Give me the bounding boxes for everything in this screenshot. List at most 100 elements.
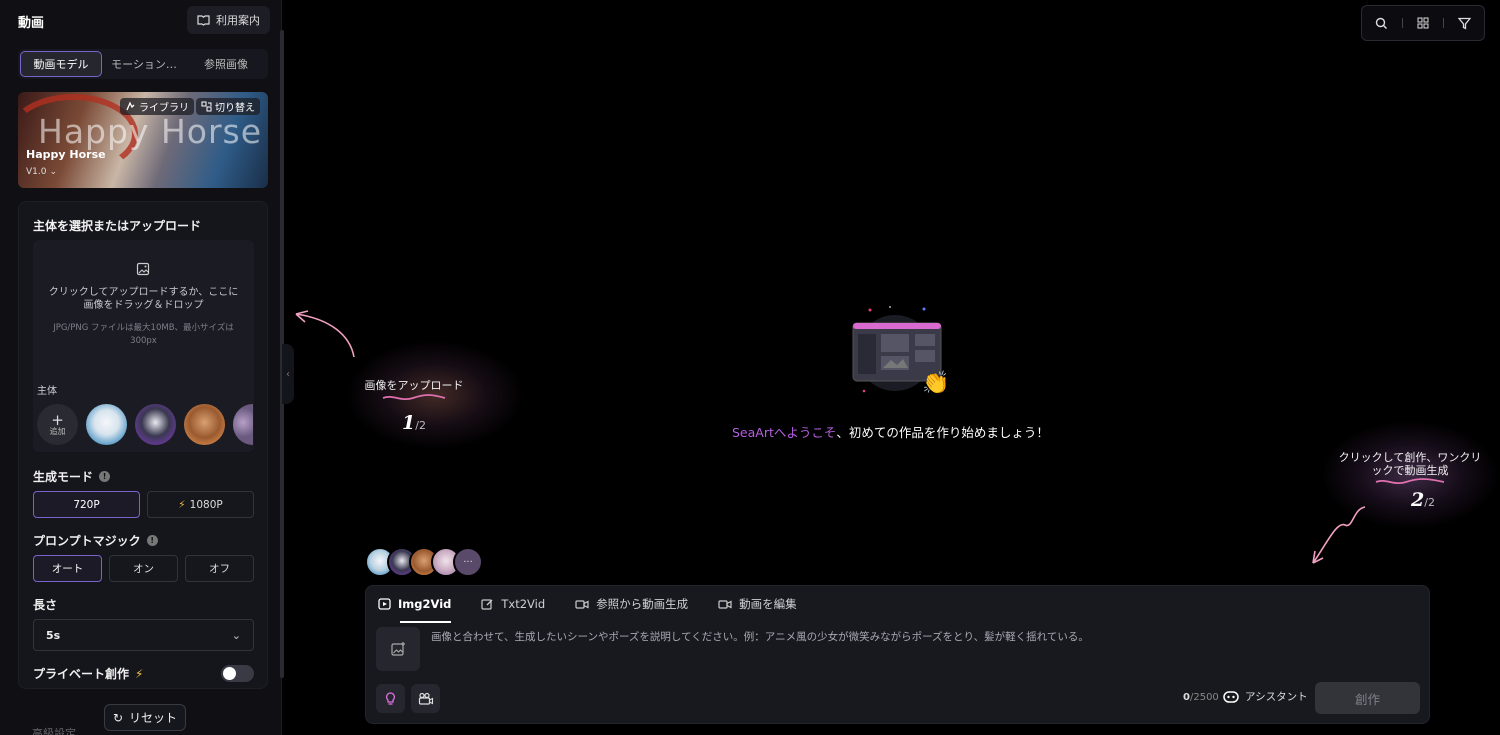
camera-motion-button[interactable]: [411, 684, 440, 713]
private-creation-text: プライベート創作: [33, 667, 130, 681]
chevron-down-icon: ⌄: [231, 628, 241, 642]
search-icon[interactable]: [1375, 17, 1388, 30]
inspiration-button[interactable]: [376, 684, 405, 713]
sidebar: 動画 利用案内 動画モデル モーション… 参照画像 Happy Horse ライ…: [0, 0, 284, 735]
mode-720p-button[interactable]: 720P: [33, 491, 140, 518]
switch-model-button[interactable]: 切り替え: [196, 98, 260, 115]
plus-icon: +: [51, 411, 64, 429]
tab-img2vid-label: Img2Vid: [398, 597, 452, 611]
tab-edit-video-label: 動画を編集: [739, 597, 797, 611]
upload-requirements: JPG/PNG ファイルは最大10MB、最小サイズは300px: [53, 323, 234, 346]
filter-icon[interactable]: [1458, 17, 1471, 30]
tab-txt2vid-label: Txt2Vid: [501, 597, 546, 611]
subject-sloth-avatar[interactable]: [184, 404, 225, 445]
guide-arrow-icon: [1312, 506, 1366, 564]
squiggle-underline-icon: [382, 394, 446, 401]
add-image-button[interactable]: [376, 627, 420, 671]
welcome-illustration: 👏: [852, 306, 949, 396]
add-subject-label: 追加: [49, 427, 66, 436]
lightbulb-icon: [386, 692, 395, 705]
view-toolbar: [1361, 5, 1485, 41]
guide-step-1: 画像をアップロード 1/2: [350, 377, 478, 434]
assistant-button[interactable]: アシスタント: [1223, 689, 1308, 704]
tab-edit-video[interactable]: 動画を編集: [718, 594, 797, 614]
reset-button-label: リセット: [129, 711, 178, 725]
edit-text-icon: [481, 599, 493, 610]
tab-reference-to-video[interactable]: 参照から動画生成: [575, 594, 688, 614]
character-count-max: /2500: [1189, 692, 1219, 703]
tab-reference-image[interactable]: 参照画像: [186, 51, 266, 77]
private-creation-label: プライベート創作 ⚡: [33, 665, 143, 682]
squiggle-underline-icon: [1375, 478, 1445, 485]
private-creation-toggle[interactable]: [221, 665, 254, 682]
premium-icon: ⚡: [135, 666, 144, 681]
assistant-label: アシスタント: [1245, 691, 1308, 703]
reset-icon: ↻: [112, 710, 124, 725]
subject-partial-avatar[interactable]: [233, 404, 253, 445]
model-card[interactable]: Happy Horse ライブラリ 切り替え Happy Horse V1.0 …: [18, 92, 268, 188]
upload-dropzone[interactable]: クリックしてアップロードするか、ここに画像をドラッグ＆ドロップ JPG/PNG …: [33, 240, 254, 452]
toolbar-divider: [1402, 18, 1403, 28]
character-count: 0/2500: [1183, 692, 1219, 703]
mode-tabs: 動画モデル モーション… 参照画像: [18, 49, 268, 79]
prompt-magic-text: プロンプトマジック: [33, 534, 141, 548]
generation-mode-options: 720P ⚡ 1080P: [33, 491, 254, 518]
tab-reference-to-video-label: 参照から動画生成: [596, 597, 689, 611]
length-label: 長さ: [33, 598, 58, 612]
length-select[interactable]: 5s ⌄: [33, 619, 254, 651]
model-banner-title: Happy Horse: [38, 112, 263, 151]
tab-txt2vid[interactable]: Txt2Vid: [481, 594, 545, 614]
composer-tabs: Img2Vid Txt2Vid 参照から動画生成 動画を編集: [378, 594, 797, 623]
prompt-input[interactable]: 画像と合わせて、生成したいシーンやポーズを説明してください。例：アニメ風の少女が…: [431, 629, 1089, 644]
model-version-select[interactable]: V1.0 ⌄: [26, 167, 57, 177]
prompt-magic-auto-button[interactable]: オート: [33, 555, 102, 582]
tab-video-model[interactable]: 動画モデル: [20, 51, 102, 77]
subject-snowman-avatar[interactable]: [86, 404, 127, 445]
app-root: 動画 利用案内 動画モデル モーション… 参照画像 Happy Horse ライ…: [0, 0, 1500, 735]
model-name: Happy Horse: [26, 148, 106, 161]
library-button-label: ライブラリ: [139, 103, 189, 114]
prompt-magic-on-button[interactable]: オン: [109, 555, 178, 582]
guide-arrow-icon: [295, 310, 355, 358]
selected-subjects-stack[interactable]: ···: [365, 547, 483, 577]
length-value: 5s: [46, 628, 61, 642]
book-icon: [197, 15, 210, 26]
prompt-composer: Img2Vid Txt2Vid 参照から動画生成 動画を編集 画像と合わせて、生…: [365, 585, 1430, 724]
assistant-icon: [1223, 690, 1239, 703]
reset-button[interactable]: ↻ リセット: [104, 704, 186, 731]
prompt-magic-options: オート オン オフ: [33, 555, 254, 582]
video-camera-icon: [718, 600, 732, 609]
guide-step-2-total: /2: [1424, 496, 1435, 509]
library-button[interactable]: ライブラリ: [120, 98, 194, 115]
movie-camera-icon: [418, 692, 433, 705]
video-camera-icon: [575, 600, 589, 609]
tab-motion[interactable]: モーション…: [104, 51, 184, 77]
generation-mode-label: 生成モード !: [33, 468, 111, 485]
character-count-current: 0: [1183, 692, 1190, 703]
settings-panel: 主体を選択またはアップロード クリックしてアップロードするか、ここに画像をドラッ…: [18, 201, 268, 689]
toolbar-divider: [1443, 18, 1444, 28]
premium-icon: ⚡: [178, 498, 186, 511]
create-button[interactable]: 創作: [1315, 682, 1420, 714]
guide-button-label: 利用案内: [216, 14, 260, 27]
tab-img2vid[interactable]: Img2Vid: [378, 594, 452, 623]
advanced-settings-label[interactable]: 高級設定: [32, 725, 76, 735]
sidebar-header: 動画 利用案内: [18, 6, 270, 34]
grid-icon[interactable]: [1417, 17, 1429, 29]
subject-section-title: 主体を選択またはアップロード: [33, 219, 202, 233]
subject-label: 主体: [37, 386, 57, 397]
subject-husky-avatar[interactable]: [135, 404, 176, 445]
library-icon: [126, 101, 135, 111]
info-icon[interactable]: !: [146, 535, 158, 546]
add-subject-button[interactable]: + 追加: [37, 404, 78, 445]
guide-step-2-text: クリックして創作、ワンクリックで動画生成: [1338, 451, 1482, 477]
more-subjects-badge: ···: [453, 547, 483, 577]
mode-1080p-button[interactable]: ⚡ 1080P: [147, 491, 254, 518]
guide-step-1-text: 画像をアップロード: [364, 379, 464, 392]
clapping-hands-icon: 👏: [922, 370, 949, 396]
guide-button[interactable]: 利用案内: [187, 6, 270, 34]
model-version: V1.0: [26, 167, 47, 177]
prompt-magic-off-button[interactable]: オフ: [185, 555, 254, 582]
subject-list: + 追加: [37, 404, 253, 445]
info-icon[interactable]: !: [99, 471, 111, 482]
